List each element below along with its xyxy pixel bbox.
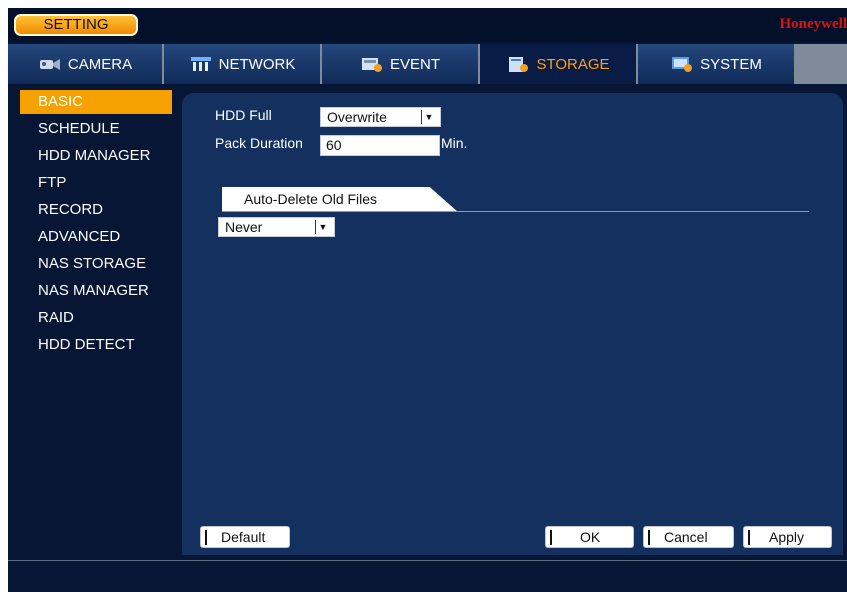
hdd-full-label: HDD Full [215, 107, 272, 123]
brand-logo: Honeywell [779, 16, 847, 32]
tab-storage[interactable]: STORAGE [480, 44, 638, 84]
network-icon [190, 57, 211, 71]
apply-button[interactable]: Apply [743, 526, 832, 548]
tab-system-label: SYSTEM [700, 55, 762, 73]
tab-camera[interactable]: CAMERA [8, 44, 164, 84]
main-tab-bar: CAMERA NETWORK EVENT STORAGE SYSTEM [8, 44, 847, 84]
auto-delete-select[interactable]: Never ▼ [218, 217, 335, 237]
section-divider [222, 211, 809, 212]
dvr-settings-window: SETTING Honeywell CAMERA NETWORK EVENT S… [8, 8, 847, 592]
system-icon [672, 57, 693, 72]
cancel-button-label: Cancel [664, 529, 708, 545]
tab-camera-label: CAMERA [67, 55, 133, 73]
cancel-button[interactable]: Cancel [643, 526, 734, 548]
menu-raid[interactable]: RAID [20, 306, 172, 330]
ok-button-label: OK [580, 529, 601, 545]
auto-delete-value: Never [225, 219, 263, 235]
storage-side-menu: BASIC SCHEDULE HDD MANAGER FTP RECORD AD… [8, 90, 174, 550]
camera-icon [39, 59, 60, 70]
hdd-full-value: Overwrite [327, 109, 387, 125]
pack-duration-label: Pack Duration [215, 135, 303, 151]
tab-event-label: EVENT [389, 55, 440, 73]
event-icon [361, 58, 382, 72]
tab-network[interactable]: NETWORK [164, 44, 322, 84]
menu-nas-manager[interactable]: NAS MANAGER [20, 279, 172, 303]
tab-network-label: NETWORK [218, 55, 296, 73]
pack-duration-unit: Min. [441, 135, 468, 151]
menu-record[interactable]: RECORD [20, 198, 172, 222]
menu-hdd-manager[interactable]: HDD MANAGER [20, 144, 172, 168]
default-button[interactable]: Default [200, 526, 290, 548]
menu-basic[interactable]: BASIC [20, 90, 172, 114]
menu-nas-storage[interactable]: NAS STORAGE [20, 252, 172, 276]
default-button-label: Default [221, 529, 266, 545]
menu-ftp[interactable]: FTP [20, 171, 172, 195]
footer-divider [8, 560, 847, 561]
title-bar: SETTING Honeywell [8, 8, 847, 42]
setting-tab[interactable]: SETTING [14, 14, 138, 36]
menu-schedule[interactable]: SCHEDULE [20, 117, 172, 141]
menu-advanced[interactable]: ADVANCED [20, 225, 172, 249]
tab-auto-delete-old-files[interactable]: Auto-Delete Old Files [222, 187, 458, 212]
basic-settings-panel: HDD Full Overwrite ▼ Pack Duration 60 Mi… [182, 93, 843, 555]
chevron-down-icon: ▼ [421, 110, 436, 124]
chevron-down-icon: ▼ [315, 220, 330, 234]
storage-icon [509, 57, 529, 72]
tab-storage-label: STORAGE [536, 55, 610, 73]
ok-button[interactable]: OK [545, 526, 634, 548]
tab-event[interactable]: EVENT [322, 44, 480, 84]
menu-hdd-detect[interactable]: HDD DETECT [20, 333, 172, 357]
hdd-full-select[interactable]: Overwrite ▼ [320, 107, 441, 127]
tab-system[interactable]: SYSTEM [638, 44, 796, 84]
pack-duration-input[interactable]: 60 [320, 135, 440, 156]
apply-button-label: Apply [769, 529, 805, 545]
